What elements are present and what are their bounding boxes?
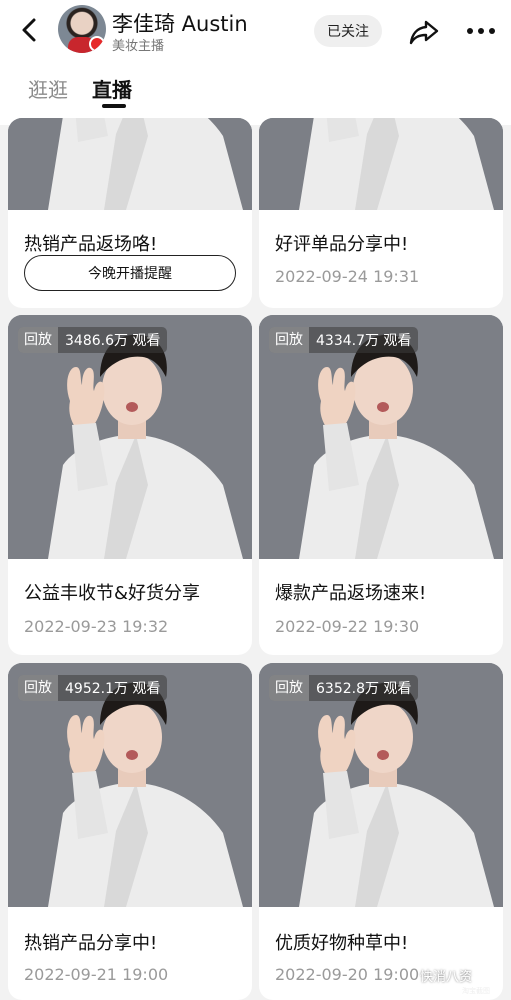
replay-tag: 回放 3486.6万 观看 <box>18 327 168 353</box>
avatar[interactable] <box>58 5 106 53</box>
share-icon[interactable] <box>407 14 441 48</box>
back-icon[interactable] <box>14 14 46 46</box>
view-count: 6352.8万 观看 <box>316 681 412 697</box>
live-time: 2022-09-21 19:00 <box>24 965 169 984</box>
live-title: 好评单品分享中! <box>275 234 409 255</box>
anchor-name: 李佳琦 Austin <box>112 12 248 36</box>
replay-label: 回放 <box>269 327 309 353</box>
more-icon[interactable] <box>463 14 499 48</box>
follow-button[interactable]: 已关注 <box>314 15 382 47</box>
watermark: 快消八资 <box>420 970 473 985</box>
view-count: 3486.6万 观看 <box>65 333 161 349</box>
replay-label: 回放 <box>269 675 309 701</box>
replay-tag: 回放 6352.8万 观看 <box>269 675 419 701</box>
anchor-tag: 美妆主播 <box>112 39 165 54</box>
live-cover: 回放 4334.7万 观看 <box>259 315 503 559</box>
live-time: 2022-09-23 19:32 <box>24 617 169 636</box>
header-bar: 李佳琦 Austin 美妆主播 已关注 逛逛 直播 <box>0 0 511 125</box>
live-card[interactable]: 回放 4334.7万 观看 爆款产品返场速来! 2022-09-22 19:30 <box>259 315 503 655</box>
watermark-sub: 淘宝截图 <box>462 987 490 995</box>
live-title: 爆款产品返场速来! <box>275 583 427 604</box>
replay-label: 回放 <box>18 675 58 701</box>
live-card[interactable]: 好评单品分享中! 2022-09-24 19:31 <box>259 118 503 308</box>
view-count: 4334.7万 观看 <box>316 333 412 349</box>
remind-button[interactable]: 今晚开播提醒 <box>24 255 236 291</box>
live-time: 2022-09-22 19:30 <box>275 617 420 636</box>
live-card[interactable]: 回放 4952.1万 观看 热销产品分享中! 2022-09-21 19:00 <box>8 663 252 1000</box>
replay-tag: 回放 4334.7万 观看 <box>269 327 419 353</box>
live-card[interactable]: 回放 6352.8万 观看 优质好物种草中! 2022-09-20 19:00 <box>259 663 503 1000</box>
tab-live[interactable]: 直播 <box>92 74 132 103</box>
live-title: 热销产品返场咯! <box>24 234 158 255</box>
live-card[interactable]: 热销产品返场咯! 今晚开播提醒 <box>8 118 252 308</box>
live-cover <box>8 118 252 210</box>
live-title: 公益丰收节&好货分享 <box>24 583 201 604</box>
tab-browse[interactable]: 逛逛 <box>28 74 68 103</box>
live-card[interactable]: 回放 3486.6万 观看 公益丰收节&好货分享 2022-09-23 19:3… <box>8 315 252 655</box>
replay-tag: 回放 4952.1万 观看 <box>18 675 168 701</box>
live-title: 热销产品分享中! <box>24 933 158 954</box>
verified-badge-icon <box>89 36 105 52</box>
view-count: 4952.1万 观看 <box>65 681 161 697</box>
live-title: 优质好物种草中! <box>275 933 409 954</box>
live-time: 2022-09-20 19:00 <box>275 965 420 984</box>
live-cover: 回放 3486.6万 观看 <box>8 315 252 559</box>
live-cover <box>259 118 503 210</box>
tab-active-indicator <box>102 104 126 108</box>
replay-label: 回放 <box>18 327 58 353</box>
live-time: 2022-09-24 19:31 <box>275 267 420 286</box>
live-cover: 回放 4952.1万 观看 <box>8 663 252 907</box>
live-cover: 回放 6352.8万 观看 <box>259 663 503 907</box>
